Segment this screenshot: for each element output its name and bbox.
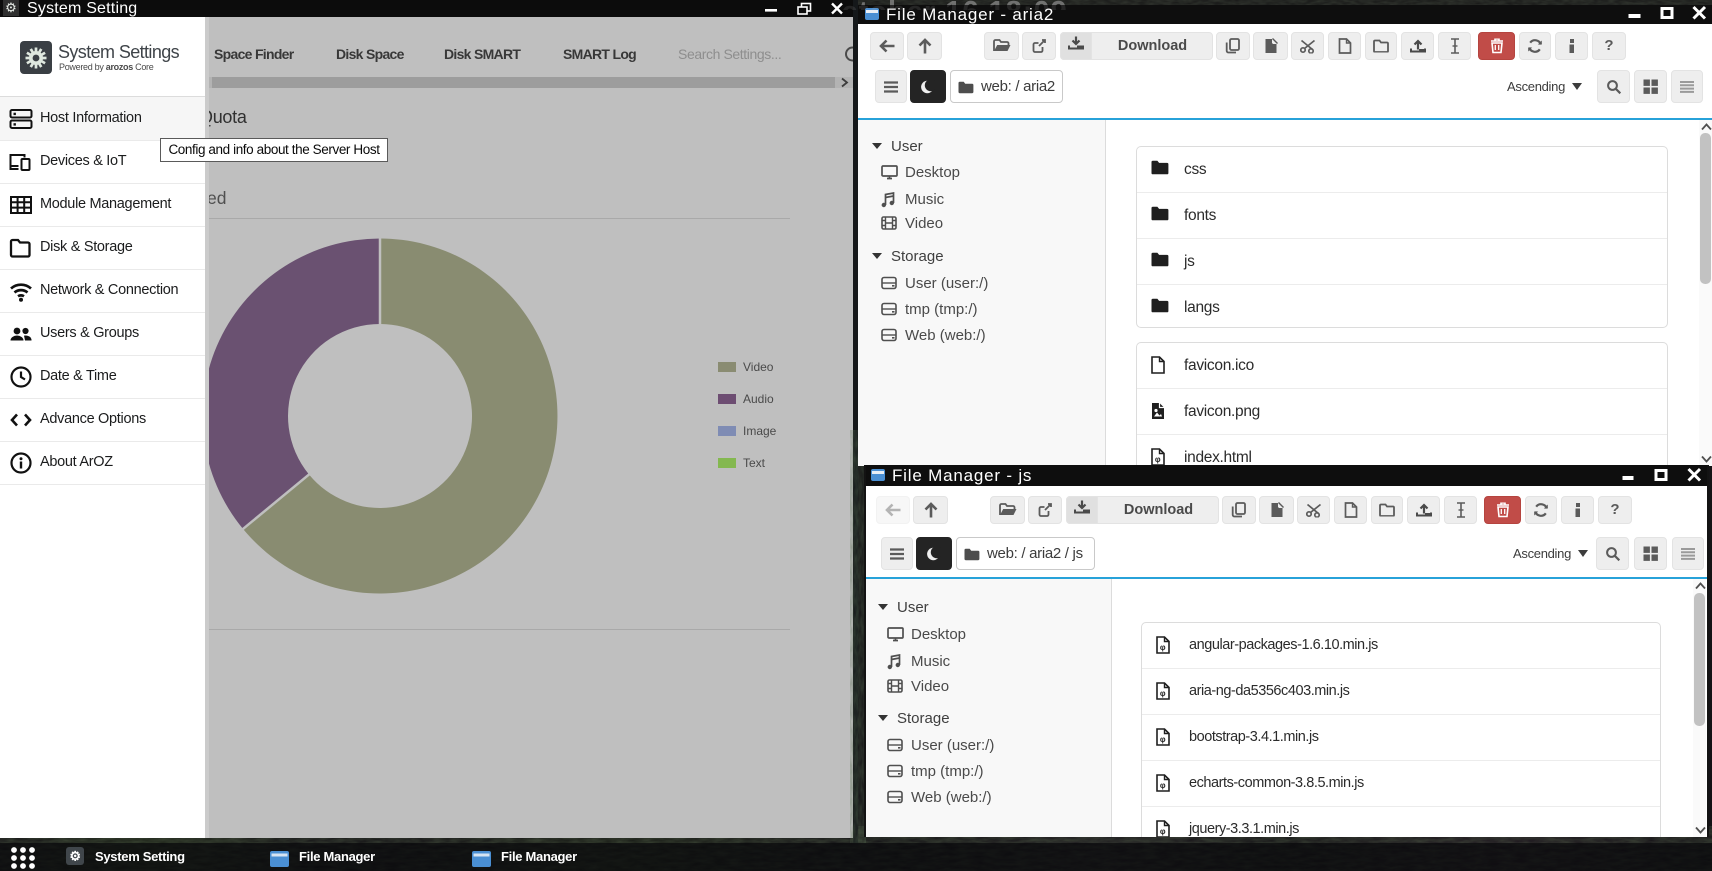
svg-text:⚙: ⚙ bbox=[69, 849, 80, 864]
svg-text:φ: φ bbox=[1160, 827, 1166, 836]
svg-text:φ: φ bbox=[1160, 781, 1166, 790]
svg-text:φ: φ bbox=[1160, 689, 1166, 698]
svg-text:φ: φ bbox=[1160, 735, 1166, 744]
svg-text:φ: φ bbox=[1155, 455, 1161, 464]
svg-text:φ: φ bbox=[1160, 643, 1166, 652]
